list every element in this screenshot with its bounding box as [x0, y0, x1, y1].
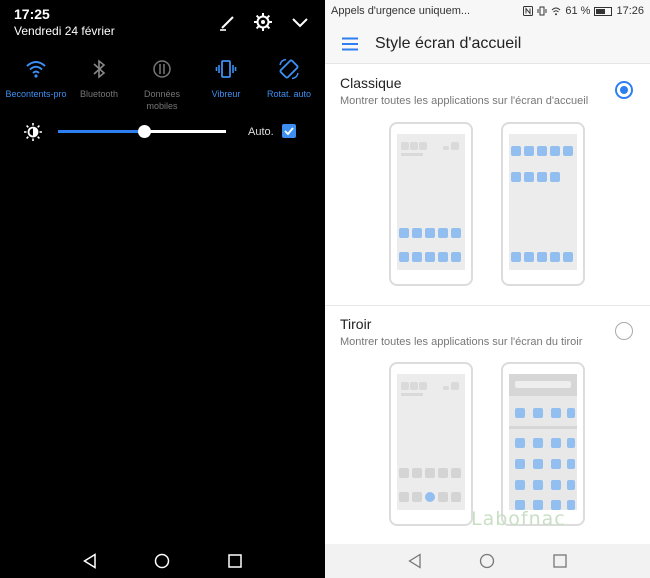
shade-time: 17:25 — [14, 6, 50, 22]
toggle-rotate[interactable]: Rotat. auto — [256, 58, 322, 100]
preview-tiroir-drawer — [501, 362, 585, 526]
auto-brightness-label: Auto. — [248, 126, 274, 138]
navigation-bar — [325, 544, 650, 578]
navigation-bar — [0, 540, 325, 578]
battery-percent: 61 % — [565, 5, 591, 17]
toggle-label: Données mobiles — [143, 89, 181, 111]
option-title: Classique — [340, 75, 402, 91]
home-icon[interactable] — [154, 553, 170, 569]
gear-icon[interactable] — [253, 12, 273, 32]
toggle-label: Bluetooth — [79, 89, 119, 99]
brightness-icon — [24, 123, 42, 141]
home-icon[interactable] — [479, 553, 495, 569]
bluetooth-icon — [93, 59, 106, 79]
app-header: Style écran d'accueil — [325, 24, 650, 64]
wifi-icon — [552, 7, 561, 16]
back-icon[interactable] — [82, 553, 98, 569]
toggle-wifi[interactable]: Becontents-pro — [3, 58, 69, 100]
edit-icon[interactable] — [218, 12, 238, 32]
status-bar: Appels d'urgence uniquem... 61 % 17:26 — [325, 0, 650, 24]
vibrate-icon — [215, 60, 237, 78]
radio-classique[interactable] — [615, 81, 633, 99]
recents-icon[interactable] — [227, 553, 243, 569]
wifi-icon — [26, 61, 46, 78]
check-icon — [284, 127, 294, 136]
mobile-data-icon — [153, 60, 171, 78]
battery-icon — [594, 6, 613, 16]
brightness-slider-fill — [58, 130, 144, 133]
preview-classique-home — [389, 122, 473, 286]
preview-tiroir-home — [389, 362, 473, 526]
notification-shade: 17:25 Vendredi 24 février Becontents-pro… — [0, 0, 325, 578]
settings-screen: Appels d'urgence uniquem... 61 % 17:26 S… — [325, 0, 650, 578]
divider — [325, 305, 650, 306]
recents-icon[interactable] — [552, 553, 568, 569]
auto-brightness-checkbox[interactable] — [282, 124, 296, 138]
toggle-label: Becontents-pro — [5, 89, 67, 99]
brightness-slider-thumb[interactable] — [137, 125, 151, 138]
watermark-logo: Labofnac — [471, 508, 566, 530]
toggle-bluetooth[interactable]: Bluetooth — [66, 58, 132, 100]
chevron-down-icon[interactable] — [290, 12, 310, 32]
back-icon[interactable] — [407, 553, 423, 569]
radio-tiroir[interactable] — [615, 322, 633, 340]
carrier-text: Appels d'urgence uniquem... — [331, 5, 471, 17]
toggle-label: Rotat. auto — [266, 89, 312, 99]
menu-icon[interactable] — [342, 37, 358, 51]
toggle-vibrate[interactable]: Vibreur — [193, 58, 259, 100]
rotate-icon — [279, 58, 299, 80]
nfc-icon — [523, 6, 534, 16]
shade-date: Vendredi 24 février — [14, 24, 115, 38]
option-title: Tiroir — [340, 316, 372, 332]
brightness-slider[interactable] — [58, 125, 226, 138]
toggle-label: Vibreur — [211, 89, 241, 99]
toggle-mobile-data[interactable]: Données mobiles — [129, 58, 195, 112]
vibrate-icon — [537, 6, 547, 16]
option-description: Montrer toutes les applications sur l'éc… — [340, 336, 583, 348]
page-title: Style écran d'accueil — [375, 35, 522, 52]
preview-classique-apps — [501, 122, 585, 286]
option-description: Montrer toutes les applications sur l'éc… — [340, 95, 589, 107]
status-time: 17:26 — [616, 5, 644, 17]
